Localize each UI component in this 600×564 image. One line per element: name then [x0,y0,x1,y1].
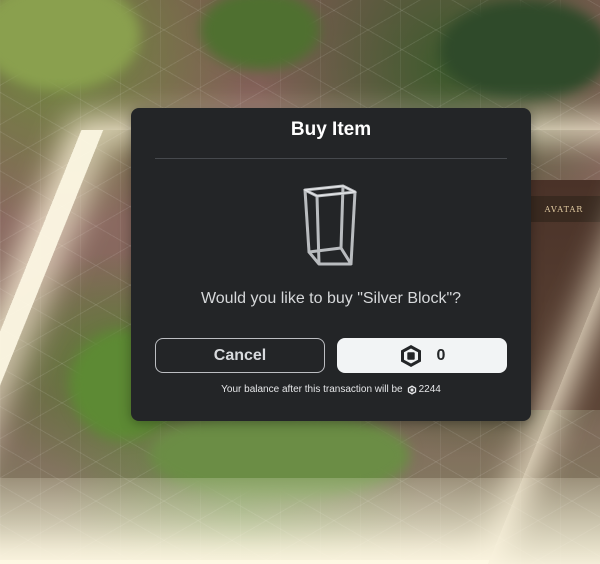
balance-amount: 2244 [418,384,441,395]
cancel-button[interactable]: Cancel [155,338,325,373]
title-divider [155,158,507,159]
robux-icon [400,344,421,367]
silver-block-frame-icon [302,184,358,266]
buy-item-dialog: Buy Item Would you like to buy "Silver B… [131,108,531,421]
balance-notice: Your balance after this transaction will… [131,384,531,395]
tree-foliage [0,0,140,90]
tree-foliage [440,0,600,100]
robux-icon [407,384,416,395]
buy-price: 0 [436,346,446,364]
purchase-prompt: Would you like to buy "Silver Block"? [200,290,462,307]
tree-foliage [200,0,320,70]
dialog-title: Buy Item [290,119,372,140]
glow-floor [0,478,600,564]
balance-text: Your balance after this transaction will… [221,384,403,395]
buy-button[interactable]: 0 [337,338,507,373]
